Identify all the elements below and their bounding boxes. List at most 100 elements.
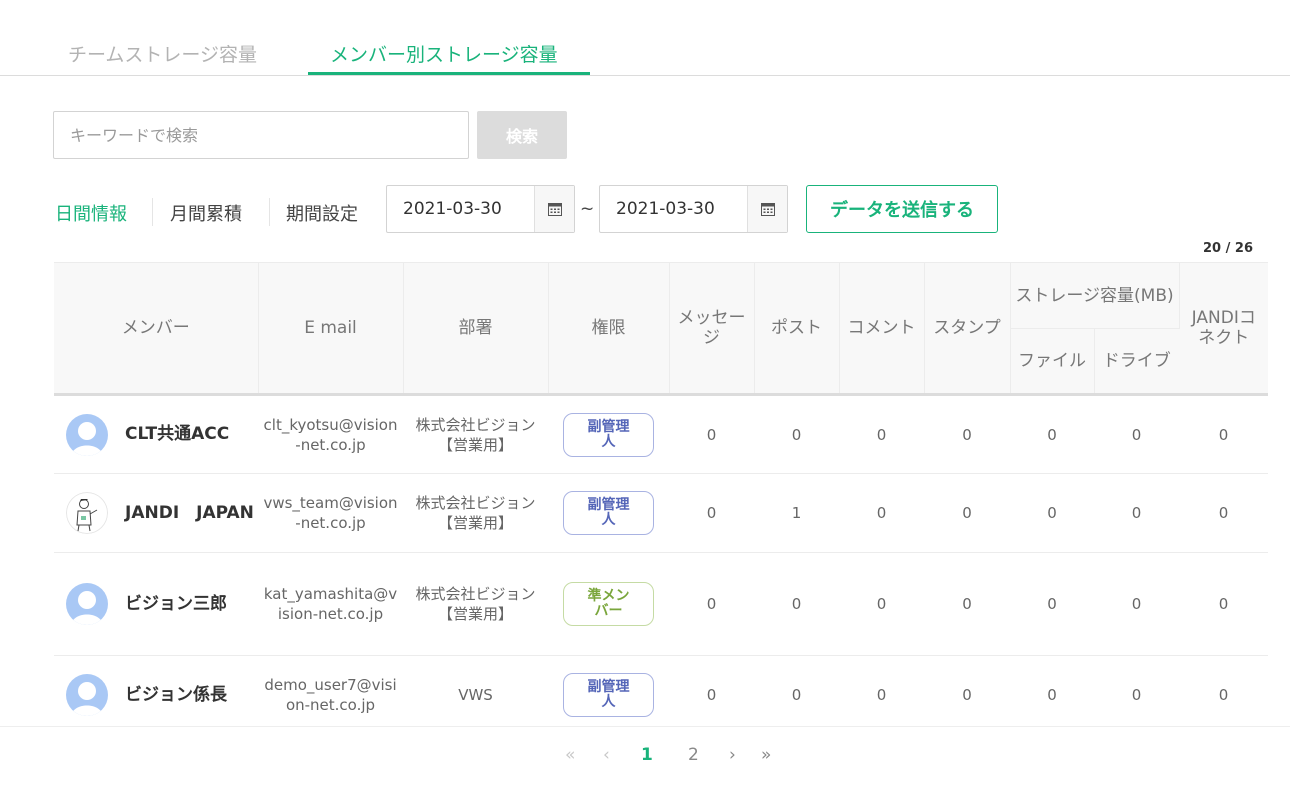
role-cell: 副管理人 bbox=[548, 655, 669, 725]
active-tab-indicator bbox=[308, 72, 590, 75]
page-2-button[interactable]: 2 bbox=[688, 745, 699, 765]
message-count: 0 bbox=[669, 394, 754, 474]
comment-count: 0 bbox=[839, 394, 924, 474]
member-cell: CLT共通ACC bbox=[54, 394, 258, 474]
search-button[interactable]: 検索 bbox=[477, 111, 567, 159]
connect-count: 0 bbox=[1179, 655, 1268, 725]
email-cell: kat_yamashita@vision-net.co.jp bbox=[258, 552, 403, 656]
table-row[interactable]: JANDI JAPAN vws_team@vision-net.co.jp 株式会社… bbox=[54, 473, 1268, 553]
email-value: kat_yamashita@vision-net.co.jp bbox=[263, 585, 398, 623]
table-row[interactable]: ビジョン三郎 kat_yamashita@vision-net.co.jp 株式会社… bbox=[54, 552, 1268, 656]
comment-count: 0 bbox=[839, 655, 924, 725]
header-comment: コメント bbox=[839, 262, 925, 395]
header-file: ファイル bbox=[1010, 328, 1095, 395]
member-cell: ビジョン係長 bbox=[54, 655, 258, 725]
member-name: JANDI JAPAN bbox=[125, 502, 254, 523]
department-cell: 株式会社ビジョン【営業用】 bbox=[403, 473, 548, 553]
member-name: CLT共通ACC bbox=[125, 424, 230, 444]
header-email: E mail bbox=[258, 262, 404, 395]
email-cell: demo_user7@vision-net.co.jp bbox=[258, 655, 403, 725]
file-count: 0 bbox=[1010, 473, 1094, 553]
department-cell: VWS bbox=[403, 655, 548, 725]
drive-count: 0 bbox=[1094, 552, 1180, 656]
department-cell: 株式会社ビジョン【営業用】 bbox=[403, 552, 548, 656]
member-name: ビジョン係長 bbox=[125, 684, 227, 705]
file-count: 0 bbox=[1010, 655, 1094, 725]
header-message: メッセージ bbox=[669, 262, 755, 395]
department-value: 株式会社ビジョン【営業用】 bbox=[415, 494, 536, 532]
member-cell: ビジョン三郎 bbox=[54, 552, 258, 656]
post-count: 0 bbox=[754, 552, 839, 656]
start-date-field[interactable]: 2021-03-30 bbox=[386, 185, 575, 233]
role-badge: 準メンバー bbox=[563, 582, 654, 626]
tab-bar: チームストレージ容量 メンバー別ストレージ容量 bbox=[0, 0, 1290, 76]
department-value: VWS bbox=[458, 686, 493, 704]
role-cell: 副管理人 bbox=[548, 394, 669, 474]
post-count: 0 bbox=[754, 655, 839, 725]
message-count: 0 bbox=[669, 655, 754, 725]
first-page-button[interactable]: « bbox=[565, 745, 575, 765]
start-date-value[interactable]: 2021-03-30 bbox=[387, 186, 534, 232]
stamp-count: 0 bbox=[924, 473, 1010, 553]
divider bbox=[269, 198, 270, 226]
avatar bbox=[66, 413, 108, 456]
role-cell: 準メンバー bbox=[548, 552, 669, 656]
role-badge: 副管理人 bbox=[563, 491, 654, 535]
daily-info-toggle[interactable]: 日間情報 bbox=[55, 200, 127, 226]
next-page-button[interactable]: › bbox=[729, 745, 736, 765]
send-data-button[interactable]: データを送信する bbox=[806, 185, 998, 233]
post-count: 0 bbox=[754, 394, 839, 474]
header-member: メンバー bbox=[54, 262, 259, 395]
role-badge: 副管理人 bbox=[563, 412, 654, 457]
connect-count: 0 bbox=[1179, 552, 1268, 656]
last-page-button[interactable]: » bbox=[761, 745, 771, 765]
role-badge: 副管理人 bbox=[563, 673, 654, 717]
end-date-value[interactable]: 2021-03-30 bbox=[600, 186, 747, 232]
member-cell: JANDI JAPAN bbox=[54, 473, 258, 553]
monthly-cumulative-toggle[interactable]: 月間累積 bbox=[170, 200, 242, 226]
search-input[interactable] bbox=[53, 111, 469, 159]
date-range-separator: ~ bbox=[580, 199, 595, 219]
drive-count: 0 bbox=[1094, 394, 1180, 474]
department-value: 株式会社ビジョン【営業用】 bbox=[415, 415, 536, 454]
header-jandi-connect: JANDIコネクト bbox=[1179, 262, 1268, 395]
email-value: vws_team@vision-net.co.jp bbox=[263, 494, 398, 532]
divider bbox=[152, 198, 153, 226]
header-drive: ドライブ bbox=[1094, 328, 1180, 395]
department-value: 株式会社ビジョン【営業用】 bbox=[415, 585, 536, 623]
header-department: 部署 bbox=[403, 262, 549, 395]
stamp-count: 0 bbox=[924, 655, 1010, 725]
result-count: 20 / 26 bbox=[1203, 241, 1253, 256]
calendar-icon[interactable] bbox=[747, 186, 787, 232]
connect-count: 0 bbox=[1179, 473, 1268, 553]
drive-count: 0 bbox=[1094, 473, 1180, 553]
avatar bbox=[66, 674, 108, 716]
table-row[interactable]: ビジョン係長 demo_user7@vision-net.co.jp VWS 副管理人… bbox=[54, 655, 1268, 725]
post-count: 1 bbox=[754, 473, 839, 553]
email-cell: clt_kyotsu@vision-net.co.jp bbox=[258, 394, 403, 474]
drive-count: 0 bbox=[1094, 655, 1180, 725]
period-setting-label: 期間設定 bbox=[286, 204, 358, 225]
stamp-count: 0 bbox=[924, 552, 1010, 656]
header-storage: ストレージ容量(MB) bbox=[1010, 262, 1180, 329]
message-count: 0 bbox=[669, 473, 754, 553]
comment-count: 0 bbox=[839, 552, 924, 656]
tab-team-storage[interactable]: チームストレージ容量 bbox=[68, 40, 257, 67]
header-stamp: スタンプ bbox=[924, 262, 1011, 395]
email-value: demo_user7@vision-net.co.jp bbox=[264, 676, 397, 714]
page-1-button[interactable]: 1 bbox=[641, 745, 653, 765]
message-count: 0 bbox=[669, 552, 754, 656]
email-cell: vws_team@vision-net.co.jp bbox=[258, 473, 403, 553]
member-storage-table: メンバー E mail 部署 権限 メッセージ ポスト コメント スタンプ スト… bbox=[54, 262, 1268, 725]
department-cell: 株式会社ビジョン【営業用】 bbox=[403, 394, 548, 474]
prev-page-button[interactable]: ‹ bbox=[603, 745, 610, 765]
header-role: 権限 bbox=[548, 262, 670, 395]
file-count: 0 bbox=[1010, 394, 1094, 474]
calendar-icon[interactable] bbox=[534, 186, 574, 232]
table-row[interactable]: CLT共通ACC clt_kyotsu@vision-net.co.jp 株式会社ビ… bbox=[54, 394, 1268, 474]
comment-count: 0 bbox=[839, 473, 924, 553]
end-date-field[interactable]: 2021-03-30 bbox=[599, 185, 788, 233]
tab-member-storage[interactable]: メンバー別ストレージ容量 bbox=[330, 40, 558, 67]
member-name: ビジョン三郎 bbox=[125, 593, 227, 614]
connect-count: 0 bbox=[1179, 394, 1268, 474]
